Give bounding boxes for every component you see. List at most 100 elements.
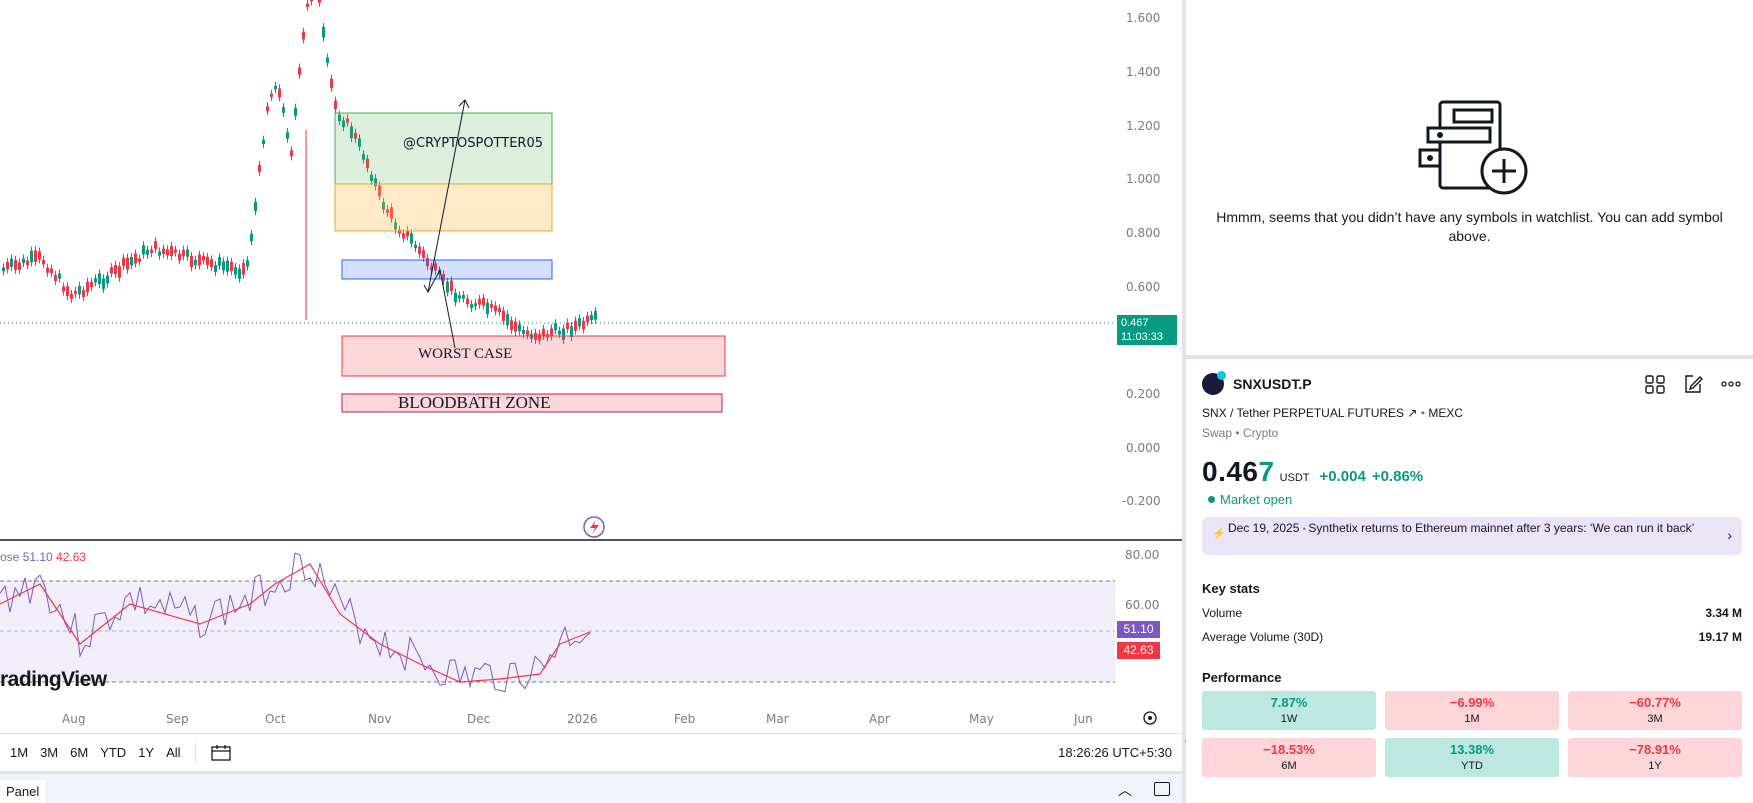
candle-body bbox=[290, 150, 293, 157]
candle-body bbox=[106, 275, 109, 284]
candle-body bbox=[542, 328, 545, 336]
chevron-up-icon[interactable]: ︿ bbox=[1118, 780, 1132, 800]
rsi-legend[interactable]: ose 51.10 42.63 bbox=[0, 550, 86, 564]
candle-body bbox=[78, 285, 81, 295]
price-label: -0.200 bbox=[1122, 494, 1161, 508]
time-label: Oct bbox=[265, 712, 286, 726]
volume-row: Volume 3.34 M bbox=[1202, 606, 1742, 620]
horizontal-divider[interactable] bbox=[1186, 355, 1753, 359]
price-chart[interactable] bbox=[0, 0, 1182, 733]
news-banner[interactable]: ⚡ Dec 19, 2025 • Synthetix returns to Et… bbox=[1202, 517, 1742, 555]
candle-body bbox=[574, 320, 577, 331]
chart-pane[interactable]: 1.600 1.400 1.200 1.000 0.800 0.600 0.20… bbox=[0, 0, 1182, 768]
candle-body bbox=[134, 253, 137, 264]
candle-body bbox=[30, 250, 33, 263]
status-dot-icon bbox=[1208, 496, 1215, 503]
candle-body bbox=[506, 314, 509, 326]
edit-note-icon[interactable] bbox=[1682, 373, 1704, 395]
clock-display[interactable]: 18:26:26 UTC+5:30 bbox=[1058, 745, 1172, 760]
candle-body bbox=[502, 310, 505, 322]
bloodbath-label[interactable]: BLOODBATH ZONE bbox=[398, 393, 551, 413]
candle-body bbox=[202, 255, 205, 261]
symbol-ticker[interactable]: SNXUSDT.P bbox=[1233, 376, 1312, 392]
price-label: 0.200 bbox=[1126, 387, 1161, 401]
performance-grid: 7.87% 1W −6.99% 1M −60.77% 3M −18.53% 6M 13.… bbox=[1202, 691, 1742, 777]
external-link-icon[interactable]: ↗ bbox=[1407, 406, 1417, 420]
author-note[interactable]: @CRYPTOSPOTTER05 bbox=[403, 136, 543, 151]
candle-body bbox=[494, 305, 497, 312]
candle-body bbox=[70, 294, 73, 300]
news-headline: Synthetix returns to Ethereum mainnet af… bbox=[1308, 521, 1695, 535]
collapse-arrow-icon[interactable]: › bbox=[1184, 735, 1187, 745]
candle-body bbox=[286, 132, 289, 139]
symbol-type[interactable]: Swap bbox=[1202, 426, 1232, 440]
candle-body bbox=[118, 266, 121, 278]
perf-cell-1y[interactable]: −78.91% 1Y bbox=[1568, 738, 1742, 777]
candle-body bbox=[206, 256, 209, 266]
orange-zone bbox=[334, 183, 553, 232]
lightning-bolt bbox=[590, 520, 599, 534]
candle-body bbox=[178, 253, 181, 261]
time-label: Feb bbox=[674, 712, 696, 726]
market-status-label: Market open bbox=[1220, 492, 1293, 507]
price-label: 0.600 bbox=[1126, 280, 1161, 294]
range-3m-button[interactable]: 3M bbox=[34, 745, 64, 760]
candle-body bbox=[482, 297, 485, 306]
range-ytd-button[interactable]: YTD bbox=[94, 745, 132, 760]
calendar-icon[interactable] bbox=[210, 744, 232, 762]
candle-body bbox=[478, 298, 481, 305]
candle-body bbox=[498, 308, 501, 313]
worst-case-zone bbox=[341, 335, 726, 377]
range-6m-button[interactable]: 6M bbox=[64, 745, 94, 760]
price-label: 1.000 bbox=[1126, 172, 1161, 186]
candle-body bbox=[22, 258, 25, 263]
perf-cell-6m[interactable]: −18.53% 6M bbox=[1202, 738, 1376, 777]
candle-body bbox=[262, 139, 265, 145]
time-label: Jun bbox=[1074, 712, 1093, 726]
perf-cell-1m[interactable]: −6.99% 1M bbox=[1385, 691, 1559, 730]
candle-body bbox=[218, 256, 221, 266]
worst-case-label[interactable]: WORST CASE bbox=[418, 346, 512, 363]
price-change-pct: +0.86% bbox=[1371, 468, 1424, 485]
symbol-category[interactable]: Crypto bbox=[1243, 426, 1278, 440]
avg-volume-value: 19.17 M bbox=[1698, 630, 1742, 644]
price-label: 1.600 bbox=[1126, 11, 1161, 25]
range-1m-button[interactable]: 1M bbox=[0, 745, 34, 760]
candle-body bbox=[302, 31, 305, 40]
candle-body bbox=[318, 0, 321, 3]
perf-cell-1w[interactable]: 7.87% 1W bbox=[1202, 691, 1376, 730]
symbol-exchange[interactable]: MEXC bbox=[1428, 406, 1463, 420]
symbol-header: SNXUSDT.P bbox=[1202, 370, 1742, 398]
grid-icon[interactable] bbox=[1644, 373, 1666, 395]
candle-body bbox=[458, 295, 461, 299]
symbol-description[interactable]: SNX / Tether PERPETUAL FUTURES bbox=[1202, 406, 1404, 420]
candle-body bbox=[254, 201, 257, 212]
candle-body bbox=[258, 164, 261, 173]
watchlist-add-icon[interactable] bbox=[1418, 98, 1528, 198]
candle-body bbox=[18, 262, 21, 270]
candle-body bbox=[210, 259, 213, 268]
candle-body bbox=[306, 3, 309, 8]
perf-cell-3m[interactable]: −60.77% 3M bbox=[1568, 691, 1742, 730]
panel-tab[interactable]: Panel bbox=[0, 780, 46, 803]
candle-body bbox=[582, 320, 585, 330]
maximize-icon[interactable] bbox=[1154, 782, 1170, 796]
time-label: Nov bbox=[368, 712, 392, 726]
perf-cell-ytd[interactable]: 13.38% YTD bbox=[1385, 738, 1559, 777]
candle-body bbox=[470, 303, 473, 309]
candle-body bbox=[414, 244, 417, 249]
range-all-button[interactable]: All bbox=[160, 745, 186, 760]
candle-body bbox=[114, 264, 117, 275]
more-icon[interactable] bbox=[1720, 373, 1742, 395]
market-status[interactable]: Market open bbox=[1202, 492, 1742, 507]
candle-body bbox=[182, 249, 185, 257]
candle-body bbox=[154, 241, 157, 249]
candle-body bbox=[270, 93, 273, 97]
candle-body bbox=[226, 260, 229, 272]
candle-body bbox=[66, 286, 69, 297]
candle-body bbox=[46, 267, 49, 273]
candle-body bbox=[554, 323, 557, 331]
candle-body bbox=[198, 254, 201, 266]
candle-body bbox=[126, 257, 129, 270]
range-1y-button[interactable]: 1Y bbox=[132, 745, 160, 760]
